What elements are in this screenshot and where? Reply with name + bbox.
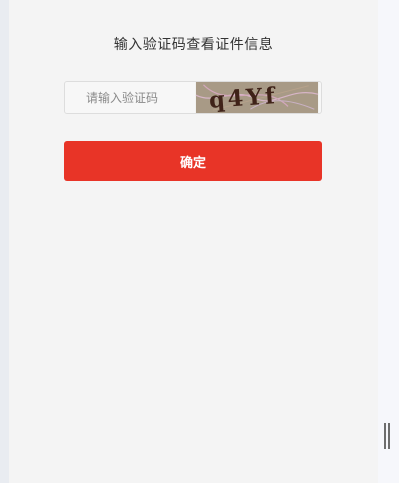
captcha-input[interactable] (65, 82, 193, 113)
verification-card (9, 0, 378, 483)
resize-handle-icon[interactable] (384, 423, 390, 449)
captcha-field-group: q4Yf (64, 81, 322, 114)
confirm-button[interactable]: 确定 (64, 141, 322, 181)
captcha-image[interactable]: q4Yf (193, 82, 321, 113)
resize-handle-bar-left (384, 423, 386, 449)
resize-handle-bar-right (388, 423, 390, 449)
captcha-text: q4Yf (208, 83, 278, 113)
side-panel (378, 0, 399, 483)
page-title: 输入验证码查看证件信息 (113, 37, 274, 53)
